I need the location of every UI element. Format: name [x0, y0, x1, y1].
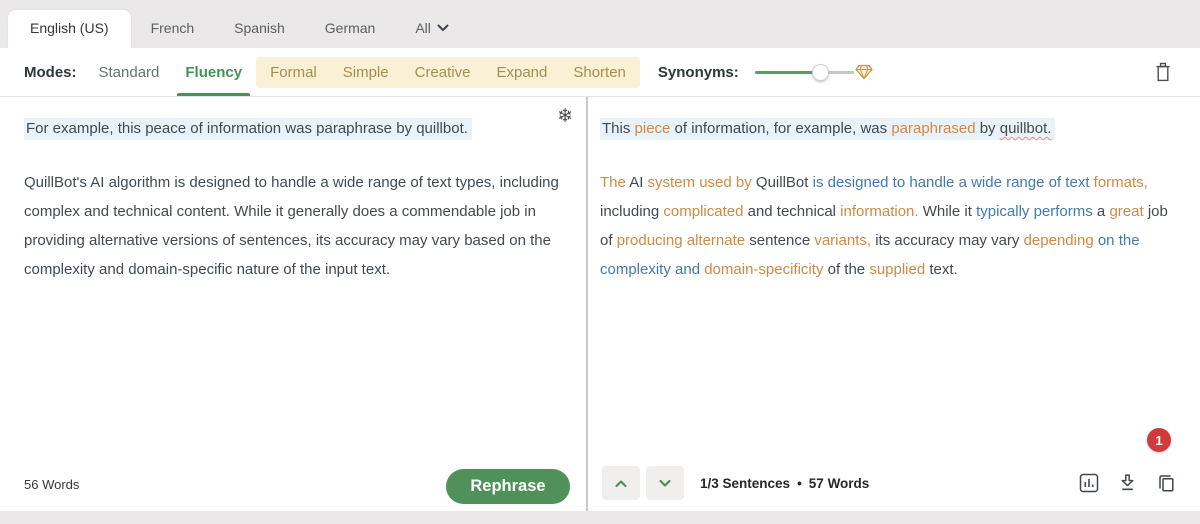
- snowflake-freeze-icon[interactable]: ❄: [557, 107, 573, 126]
- chevron-down-icon: [437, 24, 449, 32]
- output-sentence-highlight: This piece of information, for example, …: [600, 118, 1056, 140]
- output-sentence[interactable]: This piece of information, for example, …: [600, 115, 1178, 142]
- tab-spanish[interactable]: Spanish: [214, 10, 305, 48]
- tab-english-us[interactable]: English (US): [8, 10, 131, 48]
- bullet-separator: •: [797, 475, 802, 491]
- mode-formal[interactable]: Formal: [270, 64, 317, 81]
- synonyms-slider-thumb[interactable]: [811, 63, 829, 81]
- language-tabstrip: English (US) French Spanish German All: [0, 0, 1200, 48]
- rephrase-button[interactable]: Rephrase: [446, 469, 570, 504]
- output-word-count: 57 Words: [808, 475, 870, 491]
- tab-french[interactable]: French: [131, 10, 215, 48]
- copy-icon[interactable]: [1156, 473, 1176, 494]
- output-paragraph[interactable]: The AI system used by QuillBot is design…: [600, 168, 1172, 284]
- tab-all-label: All: [415, 20, 431, 36]
- slider-track-filled: [754, 70, 813, 74]
- input-sentence[interactable]: For example, this peace of information w…: [24, 115, 564, 142]
- input-paragraph[interactable]: QuillBot's AI algorithm is designed to h…: [24, 168, 564, 284]
- premium-gem-icon: [855, 64, 873, 80]
- output-counter: 1/3 Sentences • 57 Words: [700, 476, 869, 491]
- statistics-icon[interactable]: [1079, 473, 1099, 493]
- sentence-counter: 1/3 Sentences: [700, 475, 791, 491]
- mode-expand[interactable]: Expand: [496, 64, 547, 81]
- previous-sentence-button[interactable]: [602, 466, 640, 500]
- mode-simple[interactable]: Simple: [343, 64, 389, 81]
- synonyms-slider[interactable]: [754, 63, 873, 81]
- editor-area: For example, this peace of information w…: [0, 97, 1200, 511]
- tab-all[interactable]: All: [395, 10, 469, 48]
- notification-badge: 1: [1147, 428, 1171, 452]
- input-sentence-highlight: For example, this peace of information w…: [24, 118, 472, 140]
- trash-icon[interactable]: [1154, 62, 1172, 83]
- next-sentence-button[interactable]: [646, 466, 684, 500]
- premium-modes-group: Formal Simple Creative Expand Shorten: [256, 56, 640, 88]
- tab-german[interactable]: German: [305, 10, 396, 48]
- synonyms-label: Synonyms:: [657, 63, 739, 81]
- quillbot-paraphraser-app: English (US) French Spanish German All M…: [0, 0, 1200, 524]
- download-icon[interactable]: [1118, 473, 1137, 493]
- mode-standard[interactable]: Standard: [99, 64, 160, 81]
- output-panel: This piece of information, for example, …: [588, 97, 1200, 511]
- input-panel[interactable]: For example, this peace of information w…: [0, 97, 586, 511]
- mode-fluency[interactable]: Fluency: [177, 64, 250, 96]
- output-actions: [1079, 473, 1176, 494]
- input-word-count: 56 Words: [24, 477, 80, 492]
- mode-creative[interactable]: Creative: [415, 64, 471, 81]
- modes-toolbar: Modes: Standard Fluency Formal Simple Cr…: [0, 48, 1200, 97]
- output-footer: 1/3 Sentences • 57 Words: [588, 455, 1200, 511]
- slider-track-empty: [827, 70, 854, 74]
- modes-label: Modes:: [24, 63, 77, 81]
- mode-shorten[interactable]: Shorten: [573, 64, 626, 81]
